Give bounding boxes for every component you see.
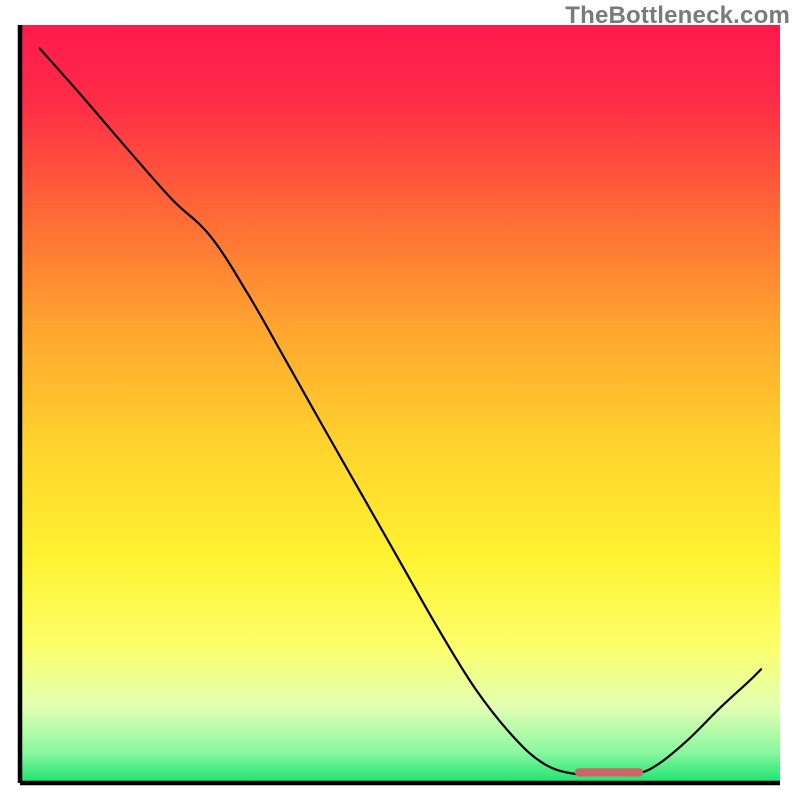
chart-container: TheBottleneck.com — [0, 0, 800, 800]
watermark-text: TheBottleneck.com — [565, 2, 790, 30]
plot-svg — [0, 0, 800, 800]
optimal-marker — [575, 768, 643, 776]
gradient-background — [20, 25, 780, 783]
